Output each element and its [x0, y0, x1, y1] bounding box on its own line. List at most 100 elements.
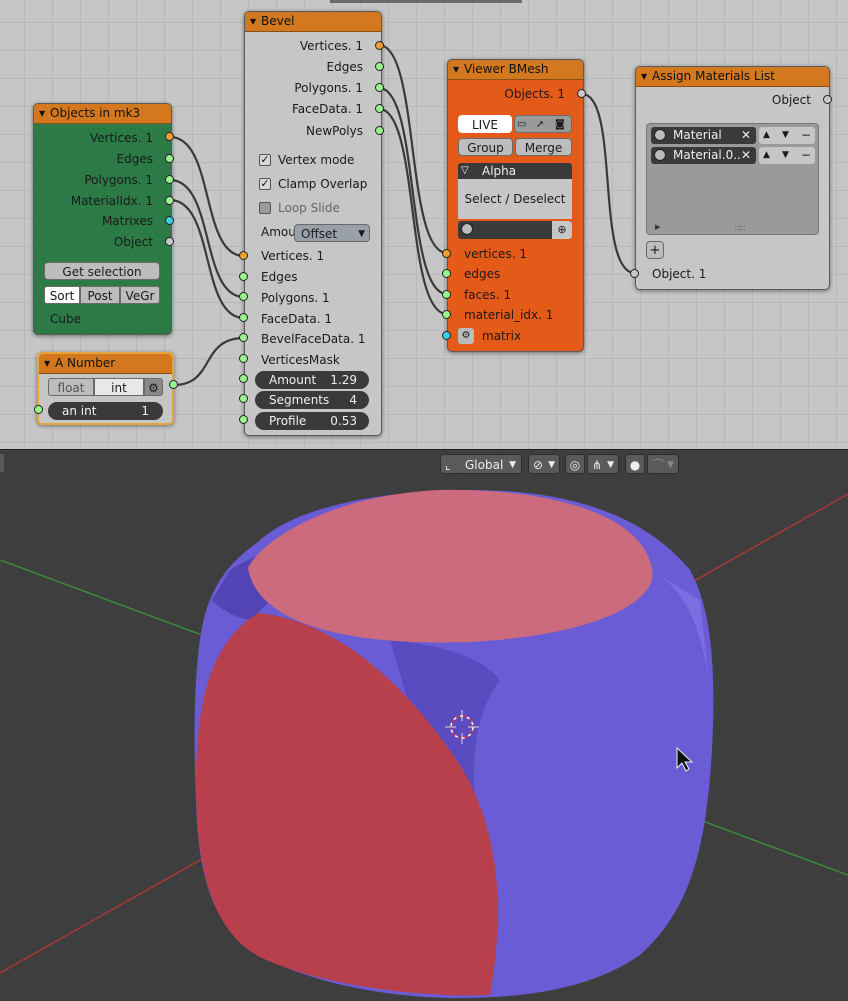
3d-viewport[interactable]: ⌞ Global ▼ ⊘ ▼ ◎ ⋔ ▼ ● ⌒ ▼ — [0, 450, 848, 1001]
viewer-out-objects: Objects. 1 — [504, 87, 565, 101]
material-item[interactable]: Material ✕ — [651, 127, 756, 144]
add-material-button[interactable]: + — [646, 241, 664, 259]
socket-bevel-in-bevelfacedata[interactable] — [239, 333, 248, 342]
socket-assign-in-object[interactable] — [630, 269, 639, 278]
checkbox-clamp-overlap[interactable]: ✓ — [259, 178, 271, 190]
snap-toggle-icon[interactable]: ● — [625, 454, 645, 474]
zoom-add-icon[interactable]: ⊕ — [552, 221, 572, 239]
left-edge-tab[interactable] — [0, 454, 4, 472]
close-icon[interactable]: ✕ — [741, 127, 751, 144]
collapse-triangle-icon[interactable]: ▼ — [250, 12, 256, 31]
socket-viewer-in-material-idx[interactable] — [442, 310, 451, 319]
collapse-triangle-icon[interactable]: ▼ — [641, 67, 647, 86]
node-objects-in-mk3[interactable]: ▼ Objects in mk3 Vertices. 1 Edges Polygo… — [33, 103, 172, 335]
proportional-edit-icon[interactable]: ◎ — [565, 454, 585, 474]
socket-viewer-in-matrix[interactable] — [442, 331, 451, 340]
node-assign-header[interactable]: ▼ Assign Materials List — [636, 67, 829, 87]
resize-grip-icon[interactable]: ∷∷ — [735, 224, 745, 233]
group-button[interactable]: Group — [458, 138, 513, 156]
amount-type-select[interactable]: Offset ▼ — [294, 224, 370, 242]
falloff-select[interactable]: ⌒ ▼ — [647, 454, 679, 474]
select-deselect-button[interactable]: Select / Deselect — [458, 179, 572, 219]
socket-out-object[interactable] — [165, 237, 174, 246]
socket-viewer-in-faces[interactable] — [442, 290, 451, 299]
chevron-down-icon: ▼ — [607, 460, 614, 470]
socket-in-an-int[interactable] — [34, 405, 43, 414]
pivot-point-select[interactable]: ⊘ ▼ — [528, 454, 560, 474]
node-bevel[interactable]: ▼ Bevel Vertices. 1 Edges Polygons. 1 Fac… — [244, 11, 382, 436]
move-down-icon[interactable]: ▼ — [782, 147, 789, 164]
viewer-in-vertices: vertices. 1 — [464, 247, 527, 261]
material-slot[interactable]: ⊕ — [458, 221, 572, 239]
socket-bevel-in-verticesmask[interactable] — [239, 354, 248, 363]
node-bevel-header[interactable]: ▼ Bevel — [245, 12, 381, 32]
viewer-in-edges: edges — [464, 267, 501, 281]
socket-out-polygons[interactable] — [165, 175, 174, 184]
tab-int[interactable]: int — [94, 378, 144, 396]
profile-slider[interactable]: Profile 0.53 — [255, 412, 369, 430]
socket-out-vertices[interactable] — [165, 132, 174, 141]
socket-bevel-in-vertices[interactable] — [239, 251, 248, 260]
transform-orientation-select[interactable]: ⌞ Global ▼ — [440, 454, 522, 474]
socket-bevel-in-profile[interactable] — [239, 415, 248, 424]
output-vertices-label: Vertices. 1 — [89, 131, 153, 145]
socket-bevel-in-edges[interactable] — [239, 272, 248, 281]
checkbox-loop-slide[interactable] — [259, 202, 271, 214]
socket-bevel-out-vertices[interactable] — [375, 41, 384, 50]
node-viewer-header[interactable]: ▼ Viewer BMesh — [448, 60, 583, 80]
node-editor[interactable]: ▼ Objects in mk3 Vertices. 1 Edges Polygo… — [0, 0, 848, 449]
expand-triangle-icon[interactable]: ▶ — [655, 223, 660, 231]
socket-viewer-in-edges[interactable] — [442, 269, 451, 278]
socket-out-materialidx[interactable] — [165, 196, 174, 205]
checkbox-vertex-mode[interactable]: ✓ — [259, 154, 271, 166]
socket-out-number[interactable] — [169, 380, 178, 389]
node-objects-header[interactable]: ▼ Objects in mk3 — [34, 104, 171, 124]
socket-out-matrixes[interactable] — [165, 216, 174, 225]
monitor-icon[interactable]: ▭ — [517, 116, 526, 134]
socket-bevel-out-edges[interactable] — [375, 62, 384, 71]
collapse-triangle-icon[interactable]: ▼ — [44, 354, 50, 373]
node-number-header[interactable]: ▼ A Number — [39, 354, 172, 374]
tab-post[interactable]: Post — [80, 286, 120, 304]
materials-list[interactable]: Material ✕ ▲ ▼ − Material.0.. ✕ ▲ ▼ − ▶ … — [646, 123, 819, 235]
socket-bevel-out-newpolys[interactable] — [375, 126, 384, 135]
remove-icon[interactable]: − — [801, 127, 811, 144]
socket-viewer-out-objects[interactable] — [577, 89, 586, 98]
live-toggle[interactable]: LIVE — [458, 115, 512, 133]
socket-bevel-in-facedata[interactable] — [239, 313, 248, 322]
move-up-icon[interactable]: ▲ — [763, 147, 770, 164]
get-selection-button[interactable]: Get selection — [44, 262, 160, 280]
an-int-field[interactable]: an int 1 — [48, 402, 163, 420]
socket-assign-out-object[interactable] — [823, 95, 832, 104]
socket-bevel-out-polygons[interactable] — [375, 83, 384, 92]
socket-bevel-in-amount[interactable] — [239, 374, 248, 383]
merge-button[interactable]: Merge — [515, 138, 572, 156]
node-assign-materials[interactable]: ▼ Assign Materials List Object Material ✕… — [635, 66, 830, 290]
socket-out-edges[interactable] — [165, 154, 174, 163]
node-a-number[interactable]: ▼ A Number float int ⚙ an int 1 — [37, 352, 174, 425]
alpha-field[interactable]: ▽ Alpha — [458, 163, 572, 179]
gear-icon[interactable]: ⚙ — [144, 378, 163, 396]
socket-bevel-in-polygons[interactable] — [239, 292, 248, 301]
tab-float[interactable]: float — [48, 378, 94, 396]
material-item[interactable]: Material.0.. ✕ — [651, 147, 756, 164]
segments-slider[interactable]: Segments 4 — [255, 391, 369, 409]
tab-sort[interactable]: Sort — [44, 286, 80, 304]
node-viewer-bmesh[interactable]: ▼ Viewer BMesh Objects. 1 LIVE ▭ ➚ ◙ Grou… — [447, 59, 584, 352]
snap-element-select[interactable]: ⋔ ▼ — [587, 454, 619, 474]
assign-out-object: Object — [771, 93, 811, 107]
amount-slider[interactable]: Amount 1.29 — [255, 371, 369, 389]
close-icon[interactable]: ✕ — [741, 147, 751, 164]
tab-vegr[interactable]: VeGr — [120, 286, 160, 304]
remove-icon[interactable]: − — [801, 147, 811, 164]
socket-bevel-out-facedata[interactable] — [375, 104, 384, 113]
cursor-icon[interactable]: ➚ — [536, 116, 544, 134]
socket-viewer-in-vertices[interactable] — [442, 249, 451, 258]
socket-bevel-in-segments[interactable] — [239, 394, 248, 403]
collapse-triangle-icon[interactable]: ▼ — [39, 104, 45, 123]
node-assign-title: Assign Materials List — [652, 69, 775, 83]
move-down-icon[interactable]: ▼ — [782, 127, 789, 144]
camera-icon[interactable]: ◙ — [555, 116, 565, 134]
collapse-triangle-icon[interactable]: ▼ — [453, 60, 459, 79]
move-up-icon[interactable]: ▲ — [763, 127, 770, 144]
